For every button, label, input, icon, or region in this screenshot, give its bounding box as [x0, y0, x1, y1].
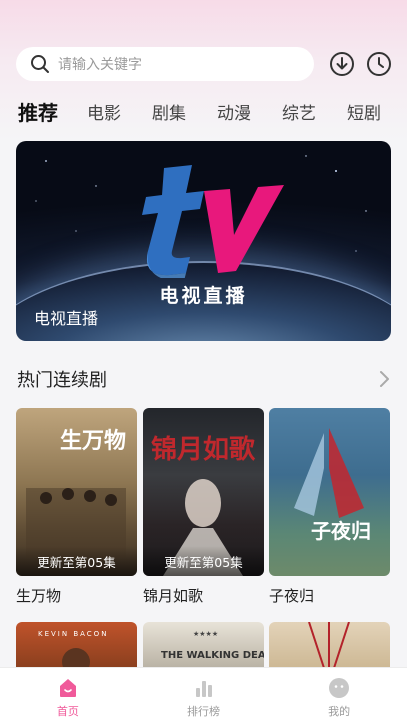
drama-title: 子夜归	[269, 587, 315, 605]
poster-image: 生万物 更新至第05集	[16, 408, 137, 576]
poster-title-art: 锦月如歌	[151, 434, 256, 465]
tab-movie[interactable]: 电影	[87, 99, 121, 124]
section-title: 热门连续剧	[17, 370, 107, 391]
bottom-nav: 首页 排行榜 我的	[0, 667, 407, 725]
poster-title-art: THE WALKING DEAD	[161, 650, 264, 661]
profile-icon	[329, 678, 350, 698]
poster-image: 子夜归	[269, 408, 390, 576]
svg-text:★★★★: ★★★★	[193, 630, 218, 638]
nav-ranking[interactable]: 排行榜	[136, 668, 272, 725]
top-bar: 请输入关键字	[16, 47, 395, 81]
tv-logo-text: 电视直播	[159, 285, 248, 307]
poster-title-art: 生万物	[60, 428, 126, 454]
drama-card[interactable]: 子夜归 子夜归	[269, 408, 390, 606]
tv-logo-icon	[142, 165, 284, 278]
live-tv-banner[interactable]: 电视直播 电视直播	[16, 141, 391, 341]
search-icon	[31, 55, 49, 73]
drama-card[interactable]	[269, 622, 390, 668]
tab-variety[interactable]: 综艺	[282, 99, 316, 124]
drama-card[interactable]: ★★★★ THE WALKING DEAD	[143, 622, 264, 668]
episode-badge: 更新至第05集	[16, 546, 137, 576]
drama-card[interactable]: KEVIN BACON	[16, 622, 137, 668]
poster-title-art: KEVIN BACON	[38, 630, 108, 638]
drama-card[interactable]: 生万物 更新至第05集 生万物	[16, 408, 137, 606]
download-icon[interactable]	[328, 50, 356, 78]
poster-art	[308, 622, 350, 668]
search-bar[interactable]: 请输入关键字	[16, 47, 314, 81]
chart-icon	[195, 681, 212, 697]
poster-art: KEVIN BACON	[38, 630, 108, 668]
drama-title: 生万物	[16, 587, 62, 605]
nav-home-label: 首页	[56, 705, 79, 718]
banner-caption: 电视直播	[34, 309, 99, 328]
tab-short-drama[interactable]: 短剧	[347, 99, 381, 124]
tab-recommend[interactable]: 推荐	[18, 97, 58, 126]
drama-card[interactable]: 锦月如歌 更新至第05集 锦月如歌	[143, 408, 264, 606]
chevron-right-icon[interactable]	[377, 369, 391, 389]
episode-badge: 更新至第05集	[143, 546, 264, 576]
drama-title: 锦月如歌	[143, 587, 204, 605]
search-placeholder: 请输入关键字	[58, 57, 142, 73]
tab-anime[interactable]: 动漫	[217, 99, 251, 124]
nav-ranking-label: 排行榜	[187, 705, 220, 718]
poster-image: 锦月如歌 更新至第05集	[143, 408, 264, 576]
poster-art: 子夜归	[294, 428, 371, 543]
section-header: 热门连续剧	[17, 366, 391, 392]
tab-series[interactable]: 剧集	[152, 99, 186, 124]
nav-profile[interactable]: 我的	[271, 668, 407, 725]
poster-art: ★★★★ THE WALKING DEAD	[161, 630, 264, 661]
home-icon	[59, 679, 76, 697]
nav-profile-label: 我的	[328, 705, 351, 718]
category-tabs: 推荐 电影 剧集 动漫 综艺 短剧	[18, 96, 407, 126]
nav-home[interactable]: 首页	[0, 668, 136, 725]
poster-title-art: 子夜归	[311, 519, 371, 543]
history-icon[interactable]	[365, 50, 393, 78]
